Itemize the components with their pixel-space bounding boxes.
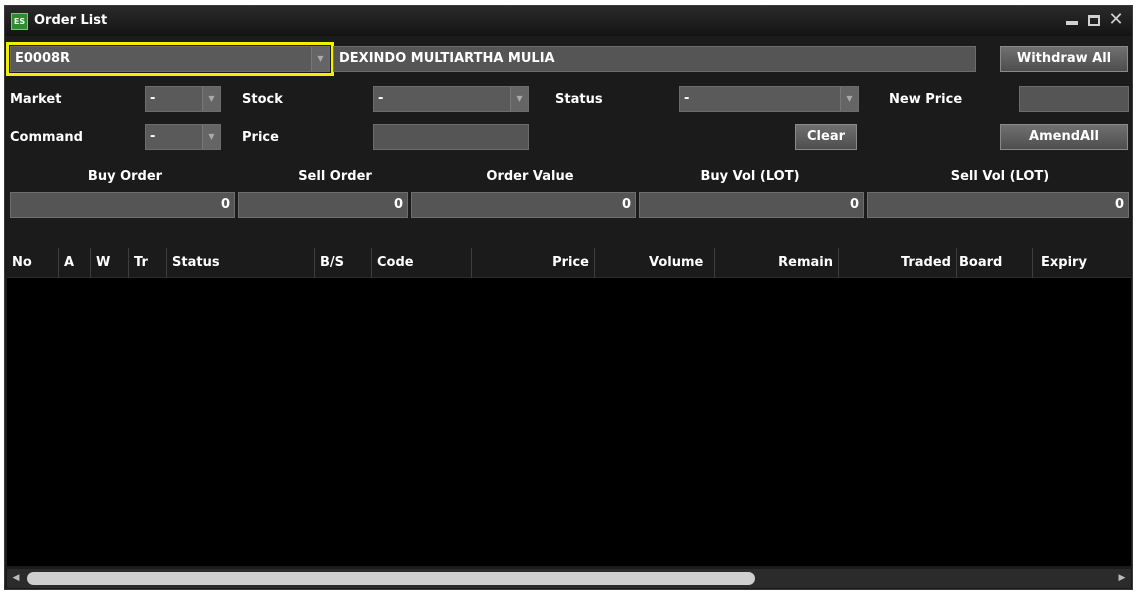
price-input[interactable] — [373, 124, 529, 150]
close-icon: ✕ — [1108, 9, 1124, 30]
status-value: - — [684, 91, 690, 106]
price-label: Price — [242, 130, 279, 145]
command-value: - — [150, 129, 156, 144]
order-value-header: Order Value — [486, 169, 574, 184]
new-price-label: New Price — [889, 92, 963, 107]
table-header: No A W Tr Status B/S Code Price Volume R… — [7, 248, 1131, 278]
col-header-volume[interactable]: Volume — [595, 248, 715, 278]
buy-vol-header: Buy Vol (LOT) — [700, 169, 800, 184]
col-header-remain[interactable]: Remain — [715, 248, 839, 278]
status-label: Status — [555, 92, 603, 107]
col-header-price[interactable]: Price — [472, 248, 595, 278]
col-header-a[interactable]: A — [59, 248, 91, 278]
command-combo[interactable]: - ▼ — [145, 124, 221, 150]
command-label: Command — [10, 130, 83, 145]
col-header-code[interactable]: Code — [372, 248, 472, 278]
market-value: - — [150, 91, 156, 106]
order-value-value: 0 — [411, 192, 636, 218]
col-header-tr[interactable]: Tr — [129, 248, 167, 278]
account-code: E0008R — [15, 51, 71, 66]
stock-value: - — [378, 91, 384, 106]
order-list-app-icon: ES — [11, 13, 28, 30]
col-header-no[interactable]: No — [7, 248, 59, 278]
col-header-traded[interactable]: Traded — [839, 248, 957, 278]
scroll-right-arrow-icon[interactable]: ▶ — [1116, 572, 1128, 585]
account-name-field: DEXINDO MULTIARTHA MULIA — [333, 46, 976, 72]
col-header-expiry[interactable]: Expiry — [1033, 248, 1131, 278]
chevron-down-icon[interactable]: ▼ — [311, 47, 329, 71]
close-button[interactable]: ✕ — [1107, 11, 1125, 29]
clear-button[interactable]: Clear — [795, 124, 857, 150]
buy-vol-value: 0 — [639, 192, 864, 218]
col-header-bs[interactable]: B/S — [315, 248, 372, 278]
minimize-icon — [1066, 21, 1078, 25]
account-combo[interactable]: E0008R ▼ — [6, 42, 334, 76]
col-header-board[interactable]: Board — [957, 248, 1033, 278]
buy-order-value: 0 — [10, 192, 235, 218]
order-table[interactable]: No A W Tr Status B/S Code Price Volume R… — [7, 248, 1131, 566]
horizontal-scrollbar[interactable]: ◀ ▶ — [7, 569, 1131, 588]
market-combo[interactable]: - ▼ — [145, 86, 221, 112]
chevron-down-icon[interactable]: ▼ — [202, 87, 220, 111]
sell-vol-header: Sell Vol (LOT) — [950, 169, 1050, 184]
withdraw-all-button[interactable]: Withdraw All — [1000, 46, 1128, 72]
sell-order-header: Sell Order — [298, 169, 372, 184]
scrollbar-thumb[interactable] — [27, 572, 755, 585]
maximize-button[interactable] — [1085, 11, 1103, 29]
buy-order-header: Buy Order — [87, 169, 163, 184]
scroll-left-arrow-icon[interactable]: ◀ — [10, 572, 22, 585]
market-label: Market — [10, 92, 62, 107]
chevron-down-icon[interactable]: ▼ — [510, 87, 528, 111]
minimize-button[interactable] — [1063, 11, 1081, 29]
stock-label: Stock — [242, 92, 283, 107]
window-title: Order List — [34, 13, 108, 28]
chevron-down-icon[interactable]: ▼ — [202, 125, 220, 149]
col-header-status[interactable]: Status — [167, 248, 315, 278]
maximize-icon — [1088, 15, 1100, 26]
col-header-w[interactable]: W — [91, 248, 129, 278]
new-price-input[interactable] — [1019, 86, 1129, 112]
stock-combo[interactable]: - ▼ — [373, 86, 529, 112]
chevron-down-icon[interactable]: ▼ — [840, 87, 858, 111]
title-bar: ES Order List ✕ — [5, 6, 1132, 36]
sell-vol-value: 0 — [867, 192, 1129, 218]
amend-all-button[interactable]: AmendAll — [1000, 124, 1128, 150]
sell-order-value: 0 — [238, 192, 408, 218]
status-combo[interactable]: - ▼ — [679, 86, 859, 112]
